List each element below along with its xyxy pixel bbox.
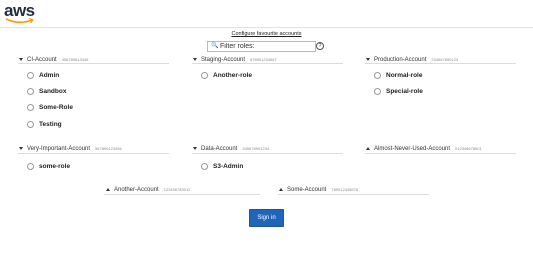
account-name: Data-Account <box>201 146 238 152</box>
account-divider <box>192 63 343 64</box>
account-header-some[interactable]: Some-Account 789012345678 <box>279 186 358 194</box>
aws-logo-text: aws <box>4 1 35 20</box>
help-icon[interactable]: ? <box>316 42 324 50</box>
account-header-another[interactable]: Another-Account 123456789012 <box>106 186 190 194</box>
role-option[interactable]: Normal-role <box>374 72 422 80</box>
account-number: 012345678901 <box>455 146 482 151</box>
account-name: Another-Account <box>114 187 159 193</box>
account-divider <box>278 194 429 195</box>
chevron-down-icon <box>19 57 23 61</box>
account-name: Some-Account <box>287 187 327 193</box>
configure-favourite-accounts-link[interactable]: Configure favourite accounts <box>0 31 533 37</box>
role-option[interactable]: Testing <box>27 121 62 129</box>
chevron-down-icon <box>366 57 370 61</box>
filter-roles-box: 🔍 <box>207 41 316 52</box>
account-number: 123456789012 <box>163 187 191 192</box>
role-option[interactable]: Special-role <box>374 88 423 96</box>
role-option[interactable]: Admin <box>27 72 59 80</box>
chevron-up-icon <box>279 187 283 191</box>
sign-in-button[interactable]: Sign in <box>249 209 284 227</box>
chevron-up-icon <box>366 146 370 150</box>
account-header-data[interactable]: Data-Account 345678901234 <box>193 145 269 153</box>
account-number: 678901234567 <box>250 57 277 62</box>
chevron-down-icon <box>193 146 197 150</box>
role-label: Admin <box>39 72 60 80</box>
role-label: Another-role <box>213 72 252 80</box>
role-label: Testing <box>39 121 62 129</box>
role-option[interactable]: Sandbox <box>27 88 66 96</box>
account-header-almost-never-used[interactable]: Almost-Never-Used-Account 012345678901 <box>366 145 482 153</box>
account-divider <box>18 63 169 64</box>
account-divider <box>18 153 169 154</box>
radio-button[interactable] <box>27 104 34 111</box>
search-icon: 🔍 <box>211 43 219 49</box>
radio-button[interactable] <box>374 72 381 79</box>
radio-button[interactable] <box>27 121 34 128</box>
filter-roles-input[interactable] <box>220 42 312 51</box>
aws-logo: aws <box>4 2 38 26</box>
chevron-down-icon <box>19 146 23 150</box>
header-divider <box>0 27 533 28</box>
role-option[interactable]: S3-Admin <box>201 163 243 171</box>
role-label: Normal-role <box>386 72 423 80</box>
role-label: Special-role <box>386 88 423 96</box>
role-option[interactable]: Some-Role <box>27 104 73 112</box>
account-divider <box>192 153 343 154</box>
role-option[interactable]: some-role <box>27 163 70 171</box>
account-divider <box>104 194 260 195</box>
account-header-very-important[interactable]: Very-Important-Account 567890123456 <box>19 145 122 153</box>
role-option[interactable]: Another-role <box>201 72 252 80</box>
account-number: 456789813345 <box>61 57 89 62</box>
account-number: 345678901234 <box>242 146 270 151</box>
account-divider <box>365 153 516 154</box>
radio-button[interactable] <box>27 88 34 95</box>
radio-button[interactable] <box>27 163 34 170</box>
chevron-down-icon <box>193 57 197 61</box>
account-name: Very-Important-Account <box>27 146 91 152</box>
role-label: some-role <box>39 163 71 171</box>
radio-button[interactable] <box>27 72 34 79</box>
role-label: Sandbox <box>39 88 67 96</box>
account-number: 789012345678 <box>331 187 359 192</box>
account-name: Almost-Never-Used-Account <box>374 146 451 152</box>
radio-button[interactable] <box>201 163 208 170</box>
role-label: S3-Admin <box>213 163 244 171</box>
chevron-up-icon <box>106 187 110 191</box>
aws-smile-icon <box>5 18 35 24</box>
account-number: 234567890123 <box>431 57 459 62</box>
account-divider <box>365 63 516 64</box>
radio-button[interactable] <box>201 72 208 79</box>
account-number: 567890123456 <box>95 146 122 151</box>
radio-button[interactable] <box>374 88 381 95</box>
role-label: Some-Role <box>39 104 73 112</box>
